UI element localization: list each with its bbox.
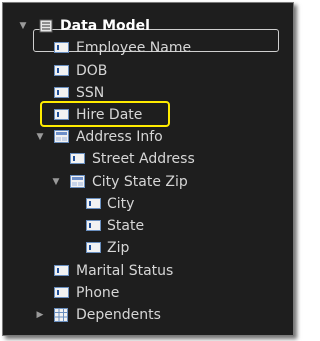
tree-item-marital-status[interactable]: Marital Status xyxy=(3,261,293,281)
tree-item-label: Address Info xyxy=(76,129,163,145)
tree-item-employee-name[interactable]: Employee Name xyxy=(3,38,293,58)
field-icon xyxy=(54,109,69,120)
tree-item-city-state-zip[interactable]: ▼ City State Zip xyxy=(3,172,293,192)
field-icon xyxy=(86,198,101,209)
tree-item-label: Phone xyxy=(76,285,120,301)
tree-item-dob[interactable]: DOB xyxy=(3,61,293,81)
field-icon xyxy=(54,265,69,276)
tree-item-city[interactable]: City xyxy=(3,194,293,214)
tree-root-label: Data Model xyxy=(60,18,150,34)
tree-item-phone[interactable]: Phone xyxy=(3,283,293,303)
field-icon xyxy=(54,65,69,76)
tree-item-label: Zip xyxy=(107,240,130,256)
expand-down-icon[interactable]: ▼ xyxy=(17,16,29,36)
field-icon xyxy=(54,287,69,298)
tree-item-hire-date[interactable]: Hire Date xyxy=(3,105,293,125)
tree-item-dependents[interactable]: ▶ Dependents xyxy=(3,305,293,325)
expand-down-icon[interactable]: ▼ xyxy=(34,127,46,147)
field-icon xyxy=(54,87,69,98)
tree-item-label: Dependents xyxy=(76,307,161,323)
tree-item-state[interactable]: State xyxy=(3,216,293,236)
tree-item-label: SSN xyxy=(76,85,105,101)
group-icon xyxy=(54,130,69,143)
expand-right-icon[interactable]: ▶ xyxy=(34,305,46,325)
model-icon xyxy=(39,19,54,33)
field-icon xyxy=(70,153,85,164)
tree-item-label: DOB xyxy=(76,63,108,79)
tree-item-address-info[interactable]: ▼ Address Info xyxy=(3,127,293,147)
data-model-tree-panel: ▼ Data Model Employee Name DOB SSN Hire … xyxy=(2,2,294,336)
field-icon xyxy=(86,242,101,253)
tree-item-label: Street Address xyxy=(92,151,195,167)
tree-item-zip[interactable]: Zip xyxy=(3,238,293,258)
tree-item-label: Marital Status xyxy=(76,263,174,279)
tree-item-label: Hire Date xyxy=(76,107,143,123)
grid-icon xyxy=(54,308,69,322)
field-icon xyxy=(54,42,69,53)
group-icon xyxy=(70,175,85,188)
tree-item-label: City State Zip xyxy=(92,174,188,190)
tree-item-label: State xyxy=(107,218,145,234)
tree-item-ssn[interactable]: SSN xyxy=(3,83,293,103)
tree-item-street-address[interactable]: Street Address xyxy=(3,149,293,169)
tree-item-label: City xyxy=(107,196,135,212)
field-icon xyxy=(86,220,101,231)
tree-root-row[interactable]: ▼ Data Model xyxy=(3,16,293,52)
tree-item-label: Employee Name xyxy=(76,40,192,56)
expand-down-icon[interactable]: ▼ xyxy=(50,172,62,192)
